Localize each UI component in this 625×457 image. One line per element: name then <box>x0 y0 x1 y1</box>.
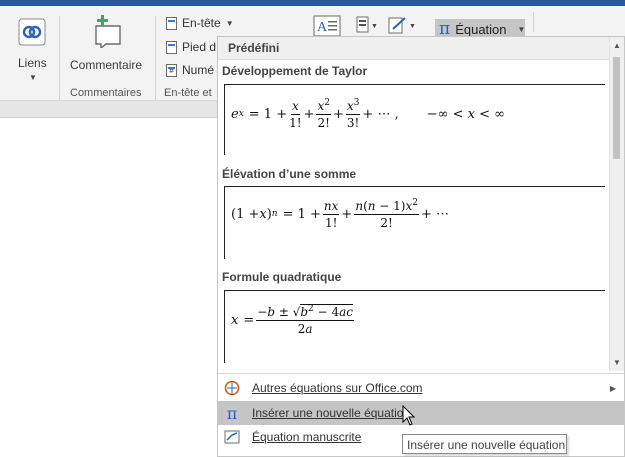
menu-item-label: Autres équations sur Office.com <box>252 381 423 395</box>
chevron-down-icon: ▼ <box>225 18 234 28</box>
page-number-icon: # <box>166 63 177 77</box>
footer-button[interactable]: Pied d <box>166 40 216 54</box>
ribbon-separator <box>533 12 534 32</box>
gallery-item-taylor[interactable]: e x = 1 + x 1! + x2 2! + x3 3! + ⋯ , −∞ < x <… <box>224 84 605 155</box>
gallery-scrollbar[interactable]: ▲ ▼ <box>609 37 624 371</box>
menu-item-label: Équation manuscrite <box>252 430 362 444</box>
equation-label: Équation <box>455 21 507 37</box>
svg-text:A: A <box>317 20 328 35</box>
gallery-item-quadratic[interactable]: x = −b ± √b2 − 4ac 2a <box>224 290 605 363</box>
quadratic-formula: x = −b ± √b2 − 4ac 2a <box>231 304 354 336</box>
scroll-down-icon[interactable]: ▼ <box>613 358 621 367</box>
comments-group-label: Commentaires <box>70 87 142 99</box>
gallery-header-label: Prédéfini <box>228 41 280 55</box>
gallery-item-binomial[interactable]: (1 + x) n = 1 + nx 1! + n(n − 1)x2 2! + ⋯ <box>224 186 605 259</box>
tooltip: Insérer une nouvelle équation <box>402 434 567 454</box>
menu-separator <box>218 373 624 374</box>
signature-line-icon[interactable]: ▼ <box>388 16 418 34</box>
menu-item-more-equations[interactable]: Autres équations sur Office.com ▶ <box>218 376 624 400</box>
binomial-formula: (1 + x) n = 1 + nx 1! + n(n − 1)x2 2! + ⋯ <box>231 198 450 230</box>
gallery-item-title: Formule quadratique <box>222 270 342 284</box>
links-button[interactable]: Liens ▼ <box>14 12 50 82</box>
scroll-up-icon[interactable]: ▲ <box>613 41 621 50</box>
header-label: En-tête <box>182 16 221 30</box>
gallery-header: Prédéfini <box>218 37 624 60</box>
comment-button[interactable]: Commentaire <box>68 12 148 82</box>
header-icon <box>166 16 177 30</box>
chevron-down-icon: ▼ <box>29 73 37 82</box>
svg-text:▼: ▼ <box>371 23 378 30</box>
page-number-button[interactable]: # Numé <box>166 63 214 77</box>
header-button[interactable]: En-tête ▼ <box>166 16 234 30</box>
link-icon <box>18 18 46 46</box>
pi-icon: π <box>226 403 238 423</box>
scroll-thumb[interactable] <box>613 57 620 159</box>
office-equations-icon <box>224 380 240 396</box>
ribbon-separator <box>59 16 60 102</box>
ink-equation-icon <box>224 429 240 445</box>
links-label: Liens <box>18 56 47 70</box>
submenu-arrow-icon: ▶ <box>609 383 616 393</box>
footer-label: Pied d <box>182 40 217 54</box>
mouse-pointer-icon <box>402 405 416 426</box>
comment-label: Commentaire <box>70 58 143 72</box>
gallery-item-title: Élévation d’une somme <box>222 167 357 181</box>
pi-icon: π <box>439 18 451 39</box>
comment-icon <box>95 15 121 48</box>
chevron-down-icon[interactable]: ▼ <box>518 25 526 34</box>
gallery-item-title: Développement de Taylor <box>222 64 368 78</box>
text-box-icon[interactable]: A <box>313 15 341 37</box>
page-number-label: Numé <box>182 63 215 77</box>
equation-gallery: Prédéfini Développement de Taylor e x = 1 … <box>217 36 625 457</box>
menu-item-insert-equation[interactable]: π Insérer une nouvelle équation <box>218 401 624 425</box>
menu-item-label: Insérer une nouvelle équation <box>252 406 411 420</box>
header-footer-group-label: En-tête et <box>164 87 212 99</box>
svg-text:▼: ▼ <box>409 23 416 30</box>
footer-icon <box>166 40 177 54</box>
ribbon-separator <box>155 16 156 102</box>
taylor-formula: e x = 1 + x 1! + x2 2! + x3 3! + ⋯ , −∞ < x <… <box>231 98 505 130</box>
quick-parts-icon[interactable]: ▼ <box>356 16 378 34</box>
